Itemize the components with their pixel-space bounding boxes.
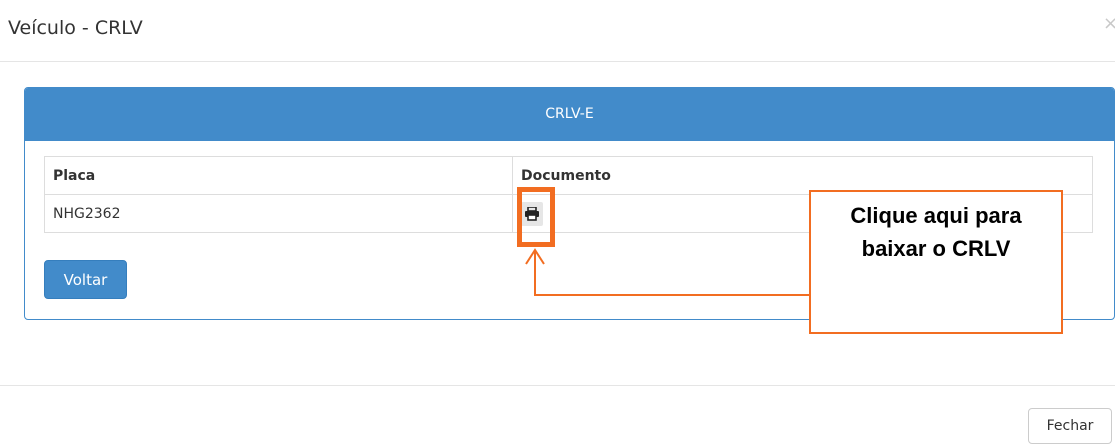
modal-header: Veículo - CRLV × — [0, 0, 1115, 62]
callout-line-1: Clique aqui para — [850, 203, 1022, 228]
callout-line-2: baixar o CRLV — [861, 236, 1011, 261]
table-header-row: Placa Documento — [44, 156, 1093, 195]
print-icon — [525, 206, 539, 221]
column-header-documento: Documento — [512, 156, 1093, 195]
fechar-button[interactable]: Fechar — [1028, 408, 1112, 444]
voltar-button[interactable]: Voltar — [44, 260, 127, 299]
print-button[interactable] — [521, 201, 543, 226]
column-header-placa: Placa — [44, 156, 513, 195]
placa-cell: NHG2362 — [44, 194, 513, 233]
panel-heading: CRLV-E — [25, 88, 1114, 141]
footer-divider — [0, 385, 1115, 386]
modal-title: Veículo - CRLV — [8, 17, 143, 39]
annotation-callout: Clique aqui para baixar o CRLV — [809, 190, 1063, 334]
close-icon[interactable]: × — [1103, 13, 1115, 34]
